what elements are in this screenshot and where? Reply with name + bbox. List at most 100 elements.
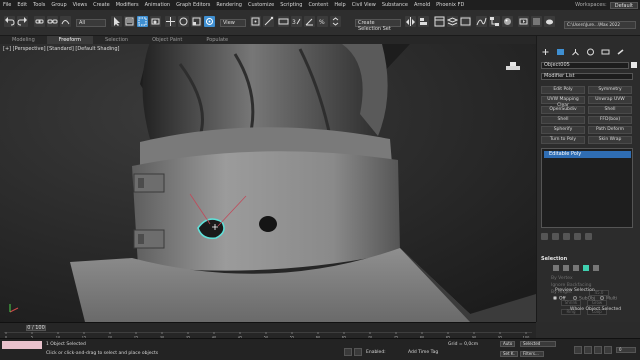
key-filter-dropdown[interactable]: Selected [520,341,556,347]
preview-multi-radio[interactable]: Multi [600,296,617,302]
motion-tab-icon[interactable] [586,48,595,56]
set-key-button[interactable]: Set K. [500,351,518,357]
workspaces-dropdown[interactable]: Default [609,1,638,9]
menu-civil-view[interactable]: Civil View [349,2,379,8]
modify-tab-icon[interactable] [556,48,565,56]
ffd-box-button[interactable]: FFD(box) [588,116,632,124]
vertex-level-icon[interactable] [553,265,559,271]
utilities-tab-icon[interactable] [616,48,625,56]
next-frame-icon[interactable] [604,346,612,354]
element-level-icon[interactable] [593,265,599,271]
spinner-snap-icon[interactable] [330,16,341,27]
remove-modifier-icon[interactable] [574,233,581,240]
skin-wrap-button[interactable]: Skin Wrap [588,136,632,144]
selection-lock-icon[interactable] [354,348,362,356]
align-icon[interactable] [418,16,429,27]
create-tab-icon[interactable] [541,48,550,56]
keyboard-shortcut-icon[interactable] [278,16,289,27]
menu-substance[interactable]: Substance [379,2,411,8]
menu-file[interactable]: File [0,2,14,8]
menu-create[interactable]: Create [90,2,113,8]
percent-snap-icon[interactable]: % [317,16,328,27]
undo-icon[interactable] [4,16,15,27]
curve-editor-icon[interactable] [476,16,487,27]
schematic-view-icon[interactable] [489,16,500,27]
menu-arnold[interactable]: Arnold [411,2,433,8]
display-tab-icon[interactable] [601,48,610,56]
polygon-level-icon[interactable] [583,265,589,271]
symmetry-button[interactable]: Symmetry [588,86,632,94]
rect-selection-icon[interactable] [137,16,148,27]
menu-modifiers[interactable]: Modifiers [113,2,142,8]
scene-explorer-icon[interactable] [434,16,445,27]
opensubdiv-button[interactable]: OpenSubdiv [541,106,585,114]
menu-customize[interactable]: Customize [245,2,277,8]
shell-button[interactable]: Shell [588,106,632,114]
shell-button-2[interactable]: Shell [541,116,585,124]
tab-populate[interactable]: Populate [194,36,240,44]
menu-views[interactable]: Views [70,2,90,8]
spherify-button[interactable]: Spherify [541,126,585,134]
menu-graph-editors[interactable]: Graph Editors [173,2,213,8]
menu-animation[interactable]: Animation [142,2,174,8]
move-icon[interactable] [165,16,176,27]
make-unique-icon[interactable] [563,233,570,240]
menu-edit[interactable]: Edit [14,2,30,8]
scale-icon[interactable] [191,16,202,27]
tab-modeling[interactable]: Modeling [0,36,47,44]
key-filters-button[interactable]: Filters... [520,351,544,357]
create-selection-set-dropdown[interactable]: Create Selection Set [355,19,401,32]
pin-stack-icon[interactable] [541,233,548,240]
mirror-icon[interactable] [405,16,416,27]
window-crossing-icon[interactable] [150,16,161,27]
selection-rollout-header[interactable]: Selection [541,256,633,263]
rotate-icon[interactable] [178,16,189,27]
menu-scripting[interactable]: Scripting [277,2,305,8]
redo-icon[interactable] [17,16,28,27]
menu-phoenix-fd[interactable]: Phoenix FD [433,2,467,8]
reference-coordinate-dropdown[interactable]: View [220,19,246,27]
previous-frame-icon[interactable] [584,346,592,354]
object-name-field[interactable]: Object005 [541,62,629,69]
hierarchy-tab-icon[interactable] [571,48,580,56]
tab-object-paint[interactable]: Object Paint [140,36,194,44]
select-by-name-icon[interactable] [124,16,135,27]
angle-snap-icon[interactable] [304,16,315,27]
modifier-stack[interactable]: Editable Poly [541,148,633,228]
place-icon[interactable] [204,16,215,27]
project-folder-dropdown[interactable]: C:\Users\Jure...\Max 2022 [564,21,636,29]
uvw-mapping-clear-button[interactable]: UVW Mapping Clear [541,96,585,108]
turn-to-poly-button[interactable]: Turn to Poly [541,136,585,144]
play-icon[interactable] [594,346,602,354]
tab-selection[interactable]: Selection [93,36,140,44]
show-end-result-icon[interactable] [552,233,559,240]
add-time-tag-button[interactable]: Add Time Tag [408,350,438,355]
select-manipulate-icon[interactable] [263,16,274,27]
material-editor-icon[interactable] [502,16,513,27]
modifier-list-dropdown[interactable]: Modifier List [541,73,633,80]
rendered-frame-icon[interactable] [531,16,542,27]
by-vertex-checkbox[interactable]: By Vertex [551,276,573,281]
object-color-swatch[interactable] [631,62,637,68]
render-teapot-icon[interactable] [544,16,555,27]
menu-help[interactable]: Help [331,2,348,8]
unlink-icon[interactable] [47,16,58,27]
bind-spacewarp-icon[interactable] [60,16,71,27]
ribbon-toggle-icon[interactable] [460,16,471,27]
stack-item-editable-poly[interactable]: Editable Poly [544,151,631,158]
selection-filter-dropdown[interactable]: All [76,19,106,27]
edge-level-icon[interactable] [563,265,569,271]
path-deform-button[interactable]: Path Deform [588,126,632,134]
preview-off-radio[interactable]: Off [553,296,566,302]
time-slider-handle[interactable]: 0 / 100 [26,325,46,331]
border-level-icon[interactable] [573,265,579,271]
current-frame-field[interactable]: 0 [616,347,636,353]
preview-subobj-radio[interactable]: SubObj [573,296,595,302]
go-to-start-icon[interactable] [574,346,582,354]
menu-group[interactable]: Group [48,2,69,8]
perspective-viewport[interactable]: [+] [Perspective] [Standard] [Default Sh… [0,44,536,322]
tab-freeform[interactable]: Freeform [46,36,94,44]
menu-rendering[interactable]: Rendering [213,2,245,8]
render-setup-icon[interactable] [518,16,529,27]
pivot-center-icon[interactable] [250,16,261,27]
